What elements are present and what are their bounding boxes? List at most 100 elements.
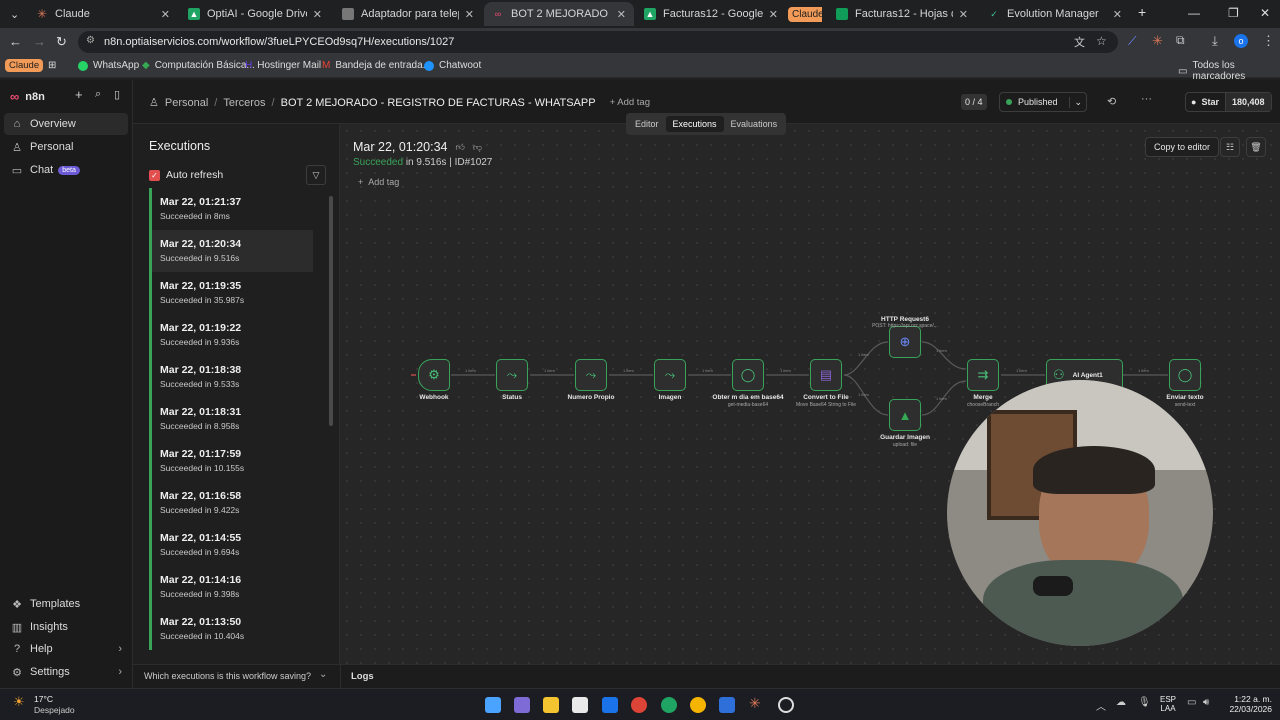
tab-group-claude[interactable]: Claude xyxy=(788,2,822,26)
tab-optiai-drive[interactable]: ▲ OptiAI - Google Drive ✕ xyxy=(180,2,330,26)
execution-row[interactable]: Mar 22, 01:21:37 Succeeded in 8ms xyxy=(149,188,313,230)
back-arrow-icon[interactable]: ← xyxy=(9,34,22,49)
workflow-title[interactable]: BOT 2 MEJORADO - REGISTRO DE FACTURAS - … xyxy=(281,97,596,109)
bookmark-claude-group[interactable]: Claude xyxy=(5,59,44,72)
http-request-node[interactable]: ⊕ xyxy=(889,326,921,358)
close-icon[interactable]: ✕ xyxy=(465,8,474,21)
breadcrumb-personal[interactable]: Personal xyxy=(165,97,208,109)
github-star-button[interactable]: ● Star 180,408 xyxy=(1185,92,1272,112)
chevron-up-icon[interactable]: ︿ xyxy=(1096,698,1106,713)
chrome-profile-icon[interactable] xyxy=(661,697,677,713)
tab-facturas-sheets[interactable]: Facturas12 - Hojas de cálculo✕ xyxy=(828,2,976,26)
language-indicator[interactable]: ESP LAA xyxy=(1160,695,1176,713)
store-icon[interactable] xyxy=(572,697,588,713)
bookmark-whatsapp[interactable]: WhatsApp xyxy=(78,60,139,71)
tab-facturas-drive[interactable]: ▲Facturas12 - Google Drive✕ xyxy=(636,2,786,26)
close-icon[interactable]: ✕ xyxy=(161,8,170,21)
checkbox-checked-icon[interactable]: ✓ xyxy=(149,169,160,181)
sidebar-item-chat[interactable]: ▭ Chat beta xyxy=(4,159,128,181)
tab-evaluations[interactable]: Evaluations xyxy=(724,116,785,132)
chevron-down-icon[interactable]: ⌄ xyxy=(319,669,327,680)
chevron-down-icon[interactable]: ⌄ xyxy=(1069,96,1086,108)
breadcrumb-terceros[interactable]: Terceros xyxy=(223,97,265,109)
scrollbar[interactable] xyxy=(329,196,333,426)
maximize-button[interactable]: ❐ xyxy=(1228,6,1239,20)
obter-media-node[interactable]: ◯ xyxy=(732,359,764,391)
tab-editor[interactable]: Editor xyxy=(628,116,666,132)
widgets-icon[interactable] xyxy=(514,697,530,713)
translate-icon[interactable]: 文 xyxy=(1074,34,1085,50)
add-tag-button[interactable]: + Add tag xyxy=(610,97,650,108)
close-icon[interactable]: ✕ xyxy=(313,8,322,21)
word-icon[interactable] xyxy=(719,697,735,713)
bookmark-bandeja[interactable]: M Bandeja de entrada... xyxy=(322,60,431,71)
download-icon[interactable]: ⤓ xyxy=(1212,33,1218,49)
logs-panel-toggle[interactable]: Logs xyxy=(351,671,374,682)
tab-evolution-manager[interactable]: ✓ Evolution Manager ✕ xyxy=(980,2,1130,26)
apps-grid-icon[interactable]: ⊞ xyxy=(48,60,56,71)
executions-saving-question[interactable]: Which executions is this workflow saving… xyxy=(144,671,311,681)
bookmark-hostinger[interactable]: H Hostinger Mail xyxy=(245,60,321,71)
auto-refresh-toggle[interactable]: ✓ Auto refresh xyxy=(149,169,223,181)
cloud-icon[interactable]: ☁ xyxy=(1116,697,1126,708)
chrome-icon[interactable] xyxy=(631,697,647,713)
more-options-icon[interactable]: ··· xyxy=(1141,93,1152,105)
execution-row[interactable]: Mar 22, 01:17:59 Succeeded in 10.155s xyxy=(149,440,313,482)
history-icon[interactable]: ⟲ xyxy=(1107,95,1116,108)
execution-row[interactable]: Mar 22, 01:14:16 Succeeded in 9.398s xyxy=(149,566,313,608)
execution-row[interactable]: Mar 22, 01:18:38 Succeeded in 9.533s xyxy=(149,356,313,398)
filter-icon[interactable]: ▽ xyxy=(306,165,326,185)
minimize-button[interactable]: — xyxy=(1188,6,1200,20)
tab-claude[interactable]: ✳ Claude ✕ xyxy=(28,2,178,26)
sidebar-item-settings[interactable]: ⚙ Settings › xyxy=(4,661,128,683)
publish-status-button[interactable]: Published ⌄ xyxy=(999,92,1087,112)
sidebar-item-templates[interactable]: ❖ Templates xyxy=(4,593,128,615)
guardar-imagen-node[interactable]: ▲ xyxy=(889,399,921,431)
execution-row[interactable]: Mar 22, 01:20:34 Succeeded in 9.516s xyxy=(149,230,313,272)
bookmark-star-icon[interactable]: ☆ xyxy=(1096,34,1107,48)
address-bar[interactable]: ⚙ n8n.optiaiservicios.com/workflow/3fueL… xyxy=(78,31,1118,53)
sidebar-item-help[interactable]: ? Help › xyxy=(4,638,128,660)
workflow-canvas[interactable]: Mar 22, 01:20:34 👍︎ 👎︎ Succeeded in 9.51… xyxy=(340,124,1280,698)
tab-executions[interactable]: Executions xyxy=(665,116,724,132)
tab-teleprompter[interactable]: Adaptador para teleprompter✕ xyxy=(334,2,482,26)
sidebar-item-personal[interactable]: ♙ Personal xyxy=(4,136,128,158)
site-info-icon[interactable]: ⚙ xyxy=(86,35,95,46)
imagen-node[interactable]: ⤳ xyxy=(654,359,686,391)
execution-row[interactable]: Mar 22, 01:16:58 Succeeded in 9.422s xyxy=(149,482,313,524)
status-node[interactable]: ⤳ xyxy=(496,359,528,391)
bookmark-computacion[interactable]: ◆ Computación Básica... xyxy=(142,60,255,71)
sidebar-item-overview[interactable]: ⌂ Overview xyxy=(4,113,128,135)
profile-avatar[interactable]: o xyxy=(1234,34,1248,48)
new-tab-button[interactable]: + xyxy=(1138,4,1146,20)
reload-icon[interactable]: ↻ xyxy=(56,34,67,50)
execution-row[interactable]: Mar 22, 01:18:31 Succeeded in 8.958s xyxy=(149,398,313,440)
add-icon[interactable]: + xyxy=(75,87,83,102)
chrome-alt-icon[interactable] xyxy=(690,697,706,713)
clock[interactable]: 1:22 a. m. 22/03/2026 xyxy=(1222,694,1272,714)
close-icon[interactable]: ✕ xyxy=(617,8,626,21)
sidebar-item-insights[interactable]: ▥ Insights xyxy=(4,616,128,638)
extension-icon[interactable]: ⟋ xyxy=(1128,34,1136,49)
close-window-button[interactable]: ✕ xyxy=(1260,6,1270,20)
bookmark-chatwoot[interactable]: Chatwoot xyxy=(424,60,481,71)
extensions-puzzle-icon[interactable]: ⧉ xyxy=(1176,33,1185,48)
convert-to-file-node[interactable]: ▤ xyxy=(810,359,842,391)
weather-icon[interactable]: ☀ xyxy=(13,694,25,710)
volume-icon[interactable]: 🔊︎ xyxy=(1203,697,1209,708)
numero-propio-node[interactable]: ⤳ xyxy=(575,359,607,391)
collapse-sidebar-icon[interactable]: ▯ xyxy=(114,88,120,101)
file-explorer-icon[interactable] xyxy=(543,697,559,713)
tab-n8n-workflow[interactable]: ∞BOT 2 MEJORADO - REGIS✕ xyxy=(484,2,634,26)
execution-row[interactable]: Mar 22, 01:13:50 Succeeded in 10.404s xyxy=(149,608,313,650)
network-icon[interactable]: ▭ xyxy=(1187,697,1196,708)
close-icon[interactable]: ✕ xyxy=(1113,8,1122,21)
execution-row[interactable]: Mar 22, 01:14:55 Succeeded in 9.694s xyxy=(149,524,313,566)
start-icon[interactable] xyxy=(485,697,501,713)
execution-row[interactable]: Mar 22, 01:19:35 Succeeded in 35.987s xyxy=(149,272,313,314)
close-icon[interactable]: ✕ xyxy=(769,8,778,21)
execution-row[interactable]: Mar 22, 01:19:22 Succeeded in 9.936s xyxy=(149,314,313,356)
search-icon[interactable]: ⌕ xyxy=(95,88,101,101)
mail-icon[interactable] xyxy=(602,697,618,713)
microphone-icon[interactable]: 🎙︎ xyxy=(1138,697,1151,708)
